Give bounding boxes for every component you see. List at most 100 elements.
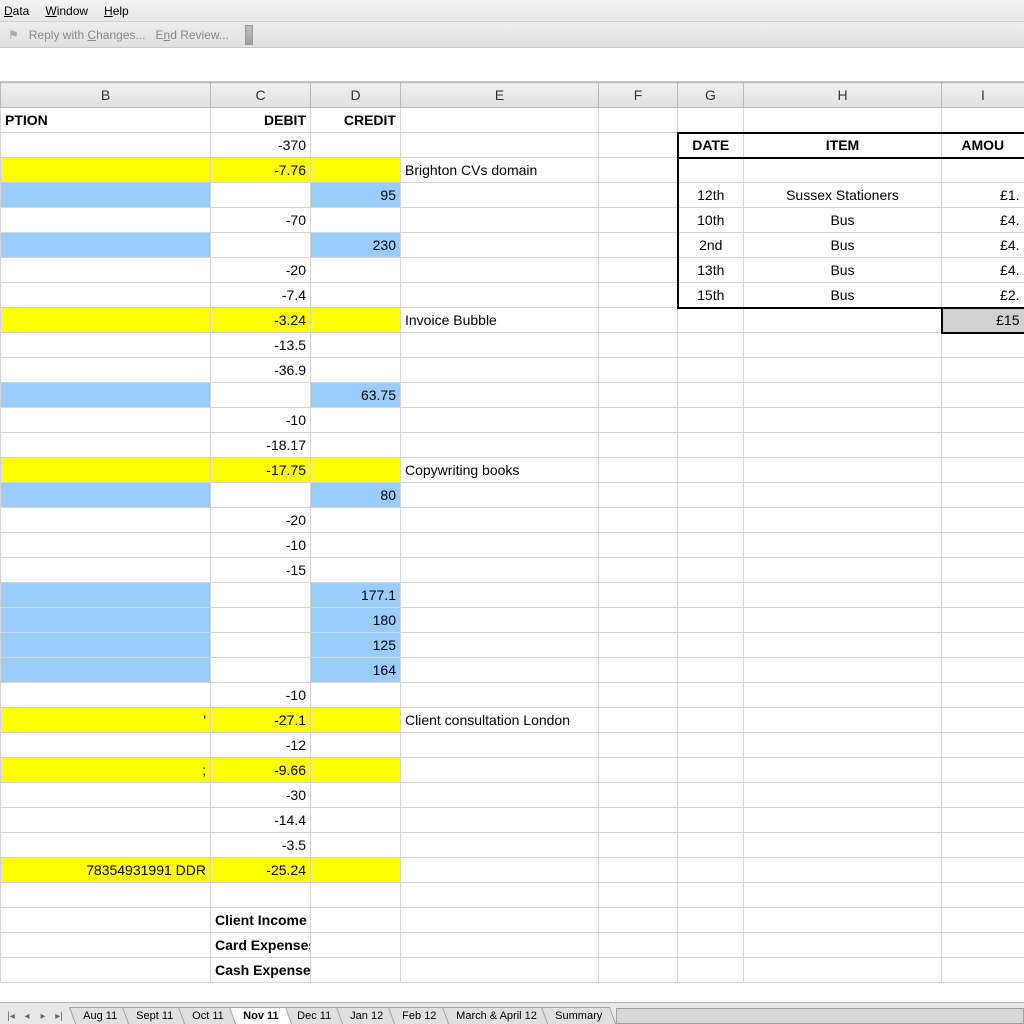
cell[interactable]: -25.24 — [211, 858, 311, 883]
cell[interactable] — [401, 283, 599, 308]
cell[interactable] — [744, 958, 942, 983]
cell[interactable] — [401, 133, 599, 158]
tab-prev-icon[interactable]: ◂ — [20, 1010, 34, 1024]
cell[interactable] — [678, 658, 744, 683]
cell[interactable] — [401, 733, 599, 758]
cell[interactable]: Client Income — [211, 908, 311, 933]
cell[interactable] — [744, 758, 942, 783]
cell[interactable] — [1, 608, 211, 633]
cell[interactable] — [942, 708, 1024, 733]
cell[interactable] — [678, 808, 744, 833]
cell[interactable] — [942, 783, 1024, 808]
cell[interactable] — [1, 183, 211, 208]
cell[interactable] — [942, 883, 1024, 908]
cell[interactable]: -10 — [211, 683, 311, 708]
cell[interactable] — [401, 558, 599, 583]
col-header-I[interactable]: I — [942, 83, 1024, 108]
cell[interactable] — [942, 533, 1024, 558]
sheet-tab[interactable]: Nov 11 — [229, 1007, 293, 1024]
cell[interactable] — [744, 858, 942, 883]
cell[interactable] — [311, 333, 401, 358]
cell[interactable] — [1, 808, 211, 833]
cell[interactable] — [401, 233, 599, 258]
reply-changes-button[interactable]: Reply with Changes... — [29, 28, 146, 42]
cell[interactable] — [678, 833, 744, 858]
menu-window[interactable]: Window — [45, 4, 88, 18]
cell[interactable] — [1, 833, 211, 858]
cell[interactable] — [599, 683, 678, 708]
cell[interactable]: -9.66 — [211, 758, 311, 783]
cell[interactable] — [1, 133, 211, 158]
cell[interactable] — [1, 308, 211, 333]
cell[interactable]: 230 — [311, 233, 401, 258]
cell[interactable] — [401, 933, 599, 958]
cell[interactable] — [942, 683, 1024, 708]
cell[interactable] — [744, 908, 942, 933]
cell[interactable] — [311, 808, 401, 833]
cell[interactable] — [311, 933, 401, 958]
cell[interactable] — [942, 508, 1024, 533]
cell[interactable] — [599, 958, 678, 983]
cell[interactable] — [211, 583, 311, 608]
cell[interactable] — [311, 158, 401, 183]
cell[interactable] — [211, 883, 311, 908]
cell[interactable]: -36.9 — [211, 358, 311, 383]
cell[interactable] — [401, 808, 599, 833]
cell[interactable]: Client consultation London — [401, 708, 599, 733]
cell[interactable] — [1, 233, 211, 258]
cell[interactable] — [311, 758, 401, 783]
cell[interactable] — [678, 958, 744, 983]
cell[interactable]: Brighton CVs domain — [401, 158, 599, 183]
cell[interactable] — [744, 733, 942, 758]
cell[interactable] — [1, 408, 211, 433]
cell[interactable] — [1, 908, 211, 933]
cell[interactable] — [599, 858, 678, 883]
cell[interactable] — [599, 608, 678, 633]
cell[interactable] — [942, 408, 1024, 433]
cell[interactable] — [678, 408, 744, 433]
cell[interactable] — [599, 108, 678, 133]
cell[interactable] — [1, 658, 211, 683]
cell[interactable] — [1, 333, 211, 358]
cell[interactable] — [744, 483, 942, 508]
cell[interactable] — [678, 908, 744, 933]
menu-help[interactable]: Help — [104, 4, 129, 18]
cell[interactable] — [599, 758, 678, 783]
cell[interactable] — [1, 683, 211, 708]
header-credit[interactable]: CREDIT — [311, 108, 401, 133]
cell[interactable] — [1, 733, 211, 758]
cell[interactable]: Copywriting books — [401, 458, 599, 483]
cell[interactable] — [1, 633, 211, 658]
cell[interactable] — [401, 533, 599, 558]
cell[interactable] — [311, 683, 401, 708]
cell[interactable] — [401, 333, 599, 358]
col-header-F[interactable]: F — [599, 83, 678, 108]
cell[interactable] — [401, 383, 599, 408]
cell[interactable] — [942, 658, 1024, 683]
cell[interactable] — [744, 333, 942, 358]
cell[interactable] — [599, 333, 678, 358]
cell[interactable] — [1, 208, 211, 233]
cell[interactable] — [744, 458, 942, 483]
cell[interactable] — [678, 508, 744, 533]
cell[interactable] — [942, 558, 1024, 583]
cell[interactable]: Bus — [744, 258, 942, 283]
cell[interactable] — [599, 583, 678, 608]
cell[interactable] — [1, 383, 211, 408]
cell[interactable] — [678, 108, 744, 133]
cell[interactable] — [211, 183, 311, 208]
cell[interactable] — [678, 758, 744, 783]
cell[interactable]: Bus — [744, 283, 942, 308]
cell[interactable]: Card Expenses — [211, 933, 311, 958]
cell[interactable] — [311, 258, 401, 283]
cell[interactable] — [1, 558, 211, 583]
cell[interactable] — [678, 433, 744, 458]
cell[interactable]: -27.1 — [211, 708, 311, 733]
cell[interactable] — [1, 158, 211, 183]
cell[interactable] — [1, 483, 211, 508]
cell[interactable] — [678, 458, 744, 483]
cell[interactable]: 80 — [311, 483, 401, 508]
cell[interactable] — [311, 433, 401, 458]
cell[interactable] — [1, 258, 211, 283]
cell[interactable] — [942, 158, 1024, 183]
